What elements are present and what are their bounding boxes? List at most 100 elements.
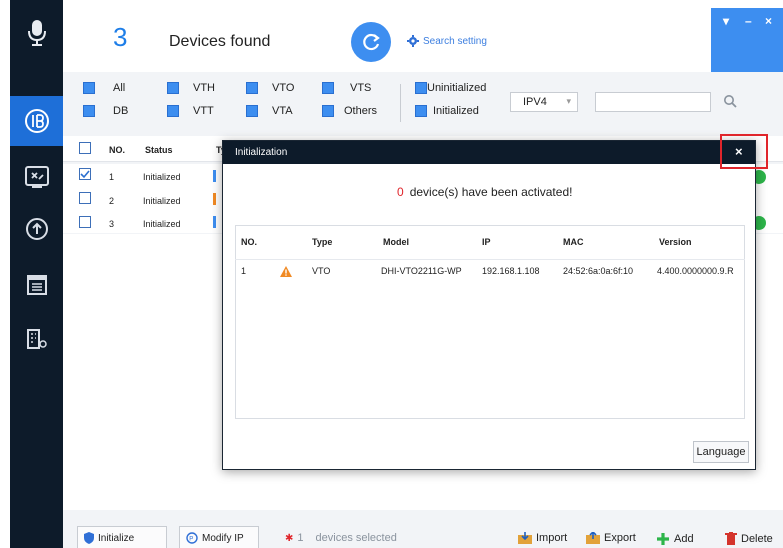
add-button[interactable]: Add bbox=[656, 532, 694, 546]
column-header-no: NO. bbox=[241, 237, 258, 247]
filter-checkbox-vta[interactable] bbox=[246, 105, 258, 117]
selected-text: devices selected bbox=[315, 532, 397, 544]
filter-label-vth: VTH bbox=[193, 82, 215, 94]
filter-label-db: DB bbox=[113, 105, 129, 117]
ip-version-value: IPV4 bbox=[523, 96, 547, 108]
select-all-checkbox[interactable] bbox=[79, 142, 91, 154]
column-header-type: Type bbox=[312, 237, 333, 247]
dialog-title-bar: Initialization × bbox=[223, 141, 755, 164]
column-header-mac: MAC bbox=[563, 237, 584, 247]
filter-divider bbox=[400, 84, 401, 122]
activated-text: device(s) have been activated! bbox=[409, 185, 573, 199]
type-indicator bbox=[213, 193, 216, 205]
filter-checkbox-vth[interactable] bbox=[167, 82, 179, 94]
row-checkbox-1-checked[interactable] bbox=[79, 168, 91, 180]
filter-label-uninitialized: Uninitialized bbox=[427, 82, 487, 94]
filter-checkbox-vtt[interactable] bbox=[167, 105, 179, 117]
page-title: Devices found bbox=[169, 33, 271, 50]
search-icon[interactable] bbox=[723, 94, 737, 113]
column-header-ip: IP bbox=[482, 237, 491, 247]
selected-count: 1 bbox=[297, 532, 304, 544]
column-header-no[interactable]: NO. bbox=[109, 145, 125, 155]
filter-checkbox-vto[interactable] bbox=[246, 82, 258, 94]
ip-edit-icon: P bbox=[186, 532, 198, 544]
type-indicator bbox=[213, 216, 216, 228]
dropdown-menu-icon[interactable]: ▾ bbox=[723, 14, 729, 28]
device-config-icon[interactable] bbox=[10, 152, 63, 202]
column-header-model: Model bbox=[383, 237, 409, 247]
window-controls: ▾ – × bbox=[711, 8, 783, 72]
row-status: Initialized bbox=[143, 196, 181, 206]
modify-ip-button[interactable]: P Modify IP bbox=[179, 526, 259, 548]
result-no: 1 bbox=[241, 266, 247, 276]
row-checkbox-3[interactable] bbox=[79, 216, 91, 228]
filter-checkbox-all[interactable] bbox=[83, 82, 95, 94]
modify-ip-label: Modify IP bbox=[202, 532, 244, 544]
shield-icon bbox=[84, 532, 94, 544]
filter-checkbox-db[interactable] bbox=[83, 105, 95, 117]
sidebar bbox=[10, 0, 63, 548]
selected-summary: ✱ 1 devices selected bbox=[285, 532, 397, 544]
layout-window-icon[interactable] bbox=[10, 260, 63, 310]
import-icon bbox=[518, 532, 532, 544]
row-no: 1 bbox=[109, 172, 115, 182]
building-settings-icon[interactable] bbox=[10, 314, 63, 364]
close-highlight-box bbox=[720, 134, 768, 169]
import-button[interactable]: Import bbox=[518, 532, 567, 544]
column-header-status[interactable]: Status bbox=[145, 145, 173, 155]
asterisk-icon: ✱ bbox=[285, 532, 294, 544]
row-checkbox-2[interactable] bbox=[79, 192, 91, 204]
search-input[interactable] bbox=[595, 92, 711, 112]
activation-message: 0 device(s) have been activated! bbox=[397, 185, 572, 199]
ip-version-select[interactable]: IPV4 ▾ bbox=[510, 92, 578, 112]
export-button[interactable]: Export bbox=[586, 532, 636, 544]
filter-label-others: Others bbox=[344, 105, 378, 117]
plus-icon bbox=[657, 533, 669, 545]
filter-label-vta: VTA bbox=[272, 105, 293, 117]
filter-checkbox-uninitialized[interactable] bbox=[415, 82, 427, 94]
header-divider bbox=[235, 259, 745, 260]
language-button[interactable]: Language bbox=[693, 441, 749, 463]
row-no: 2 bbox=[109, 196, 115, 206]
search-setting-link[interactable]: Search setting bbox=[407, 35, 487, 47]
import-label: Import bbox=[536, 532, 568, 544]
activated-count: 0 bbox=[397, 185, 404, 199]
result-mac: 24:52:6a:0a:6f:10 bbox=[563, 266, 634, 276]
warning-icon bbox=[280, 264, 292, 282]
filter-label-initialized: Initialized bbox=[433, 105, 479, 117]
close-window-icon[interactable]: × bbox=[765, 14, 772, 28]
filter-checkbox-initialized[interactable] bbox=[415, 105, 427, 117]
delete-label: Delete bbox=[741, 532, 773, 545]
minimize-icon[interactable]: – bbox=[745, 14, 752, 28]
upgrade-icon[interactable] bbox=[10, 204, 63, 254]
initialization-dialog: Initialization × 0 device(s) have been ac… bbox=[222, 140, 756, 470]
column-header-version: Version bbox=[659, 237, 692, 247]
export-label: Export bbox=[604, 532, 636, 544]
initialize-button[interactable]: Initialize bbox=[77, 526, 167, 548]
top-bar: 3 Devices found Search setting ▾ – × bbox=[63, 0, 783, 72]
search-setting-label: Search setting bbox=[423, 35, 487, 47]
gear-icon bbox=[407, 35, 419, 47]
filter-label-all: All bbox=[113, 82, 126, 94]
device-count: 3 bbox=[113, 22, 128, 52]
ip-device-icon[interactable] bbox=[10, 96, 63, 146]
microphone-icon[interactable] bbox=[10, 8, 63, 58]
type-indicator bbox=[213, 170, 216, 182]
activation-result-table bbox=[235, 225, 745, 419]
chevron-down-icon: ▾ bbox=[566, 96, 571, 106]
left-margin bbox=[0, 0, 10, 548]
row-no: 3 bbox=[109, 219, 115, 229]
result-type: VTO bbox=[312, 266, 331, 276]
delete-button[interactable]: Delete bbox=[725, 532, 773, 545]
result-ip: 192.168.1.108 bbox=[482, 266, 540, 276]
refresh-search-button[interactable] bbox=[351, 22, 391, 62]
filter-label-vtt: VTT bbox=[193, 105, 214, 117]
filter-checkbox-others[interactable] bbox=[322, 105, 334, 117]
filter-label-vts: VTS bbox=[350, 82, 372, 94]
trash-icon bbox=[725, 532, 737, 545]
result-model: DHI-VTO2211G-WP bbox=[381, 266, 462, 276]
svg-text:P: P bbox=[189, 537, 193, 543]
dialog-title: Initialization bbox=[235, 147, 288, 158]
filter-checkbox-vts[interactable] bbox=[322, 82, 334, 94]
export-icon bbox=[586, 532, 600, 544]
